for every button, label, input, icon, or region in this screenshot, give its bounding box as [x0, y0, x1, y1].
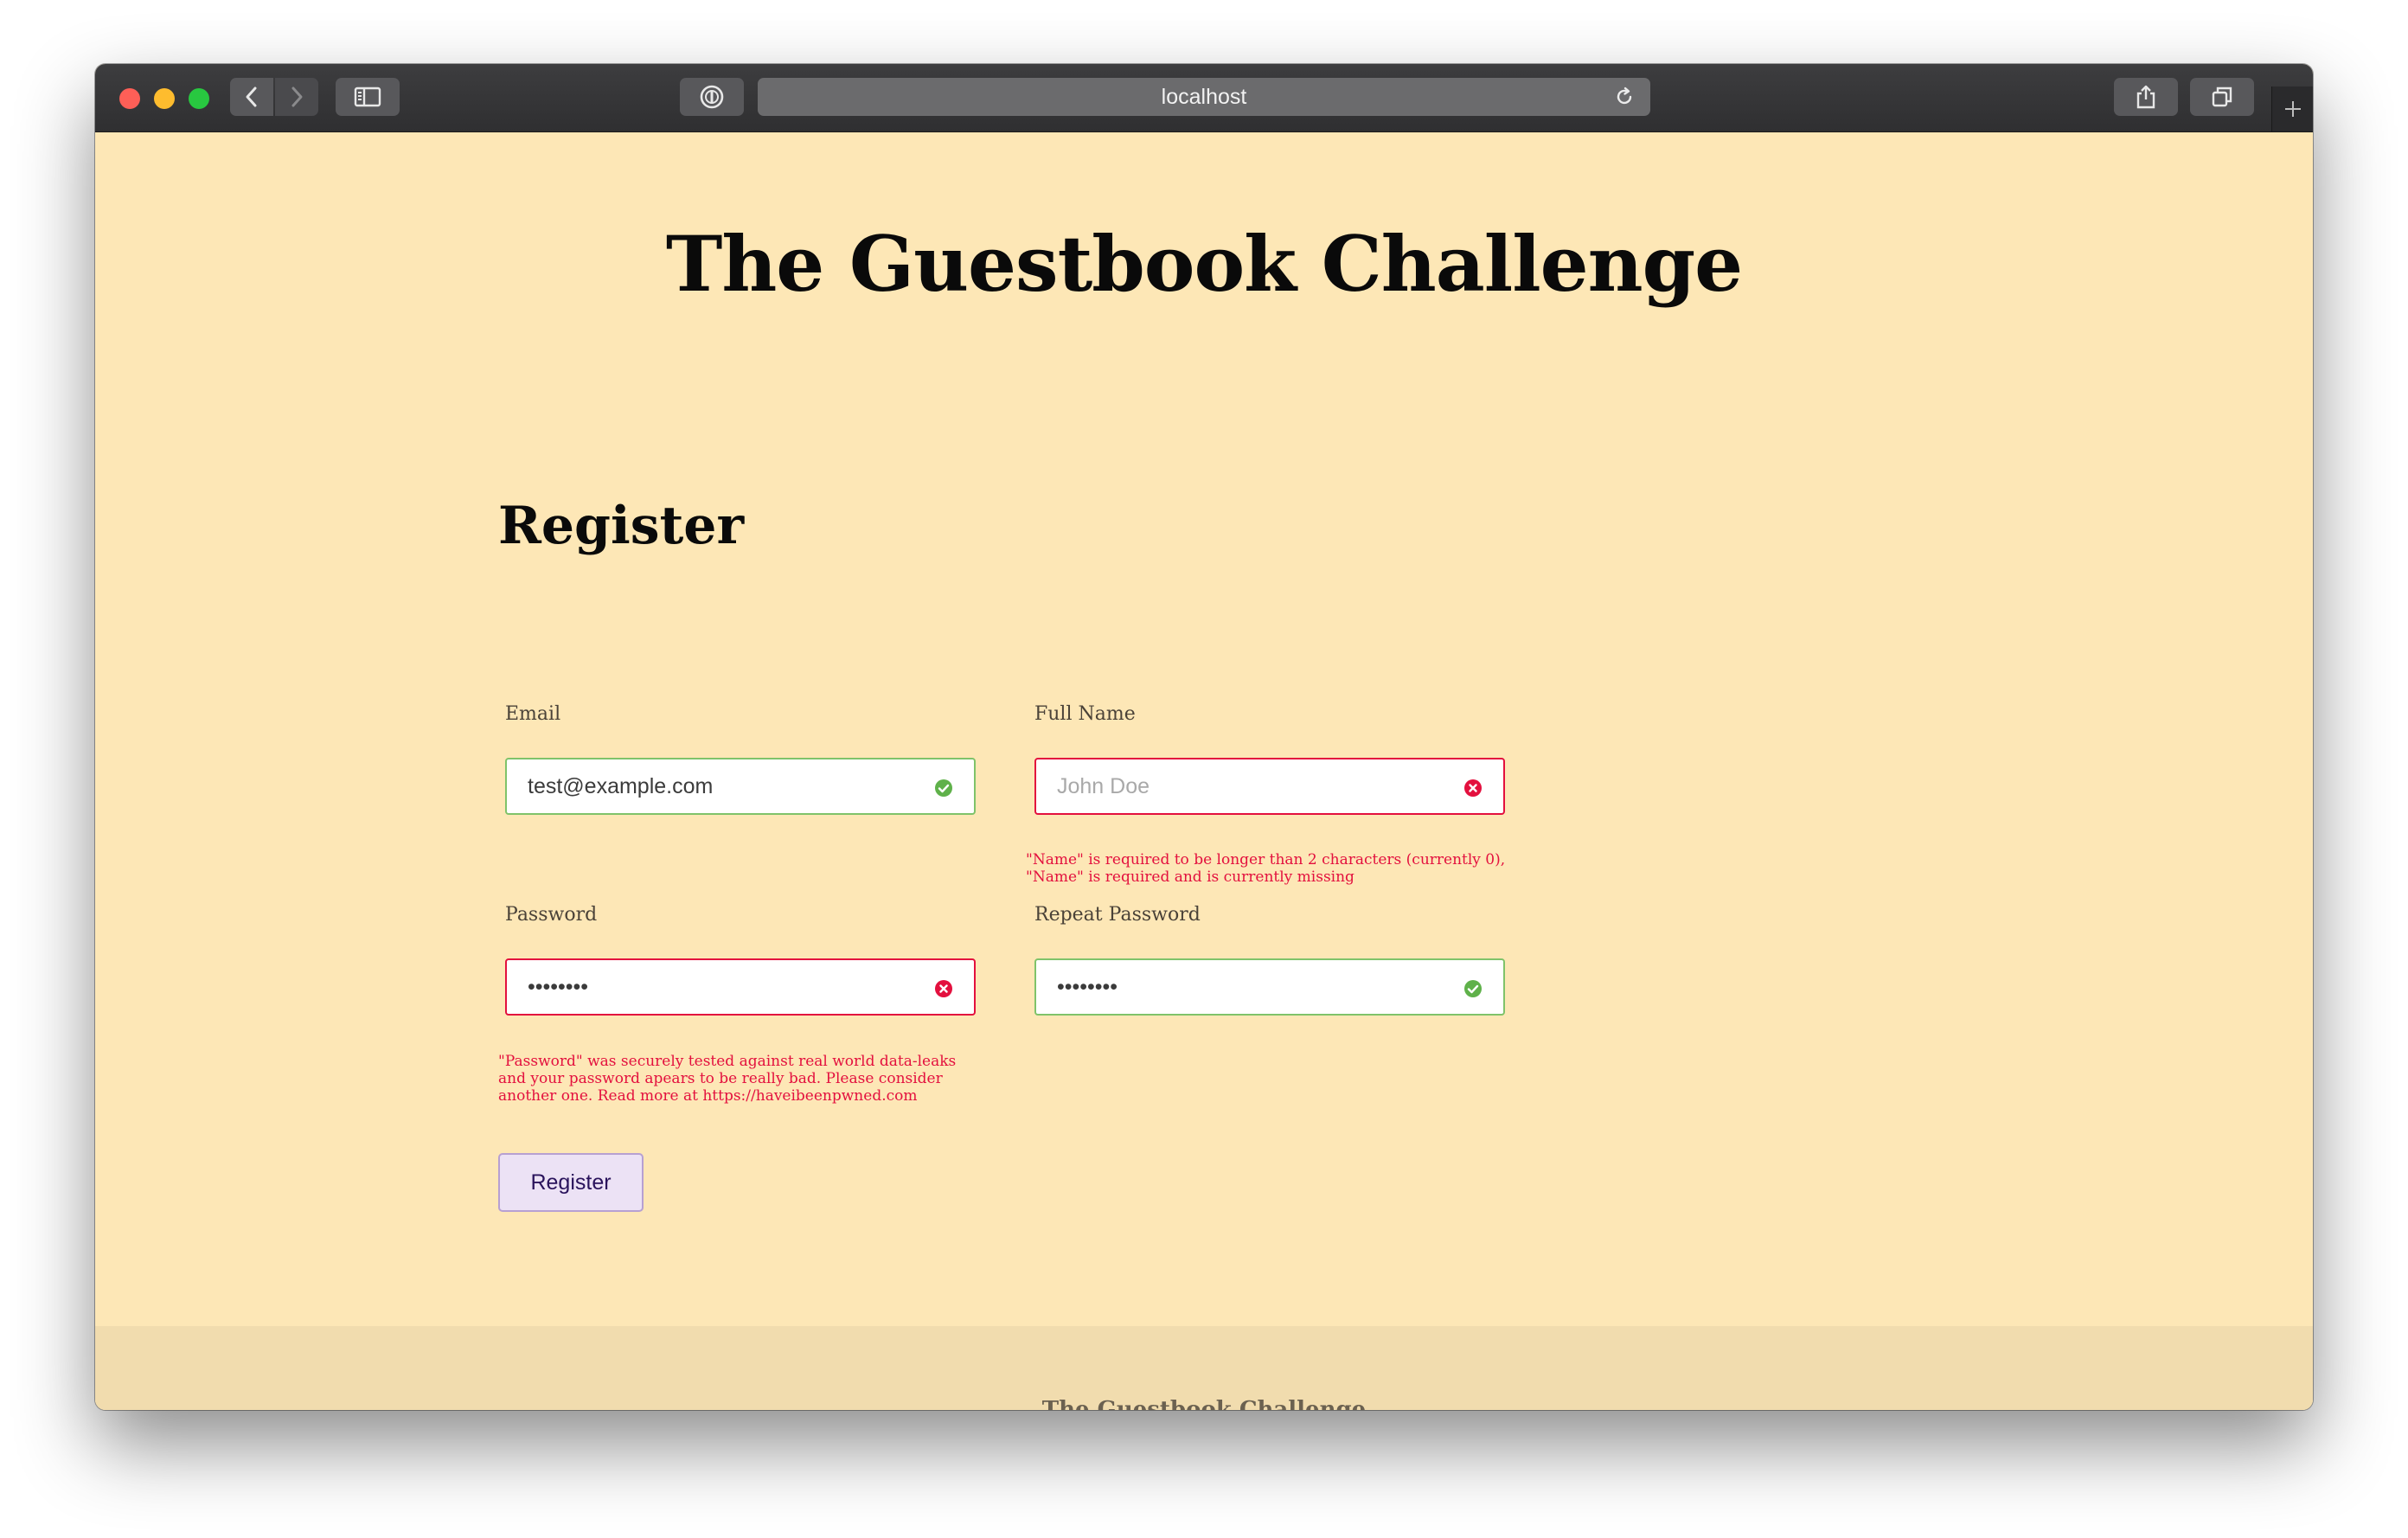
- plus-icon: [2285, 101, 2301, 117]
- forward-button[interactable]: [275, 78, 318, 116]
- register-button[interactable]: Register: [498, 1153, 644, 1212]
- repeat-password-input[interactable]: [1036, 960, 1503, 1014]
- address-bar[interactable]: localhost: [758, 78, 1650, 116]
- new-tab-button[interactable]: [2271, 87, 2313, 131]
- back-button[interactable]: [230, 78, 273, 116]
- footer: The Guestbook Challenge: [95, 1326, 2313, 1410]
- minimize-window-button[interactable]: [154, 88, 175, 109]
- password-error-line: and your password apears to be really ba…: [498, 1070, 943, 1087]
- password-error: "Password" was securely tested against r…: [498, 1053, 956, 1105]
- browser-window: localhost The Guestbook Challenge Regist…: [95, 64, 2313, 1410]
- password-manager-icon: [700, 85, 724, 109]
- share-button[interactable]: [2114, 78, 2178, 116]
- footer-title: The Guestbook Challenge: [1041, 1397, 1367, 1410]
- check-circle-icon: [1464, 980, 1482, 997]
- password-manager-button[interactable]: [680, 78, 744, 116]
- error-circle-icon: [935, 980, 952, 997]
- show-tabs-button[interactable]: [2190, 78, 2254, 116]
- close-window-button[interactable]: [119, 88, 140, 109]
- tabs-overview-icon: [2212, 87, 2232, 107]
- repeat-password-label: Repeat Password: [1034, 904, 1201, 926]
- address-url: localhost: [1161, 85, 1247, 109]
- site-title: The Guestbook Challenge: [665, 219, 1743, 309]
- repeat-password-field-wrapper: [1034, 958, 1505, 1016]
- email-label: Email: [505, 703, 561, 725]
- full-name-error-line: "Name" is required and is currently miss…: [1026, 868, 1354, 886]
- form-title: Register: [498, 496, 745, 556]
- browser-toolbar: localhost: [95, 64, 2313, 132]
- chevron-right-icon: [291, 87, 303, 107]
- password-error-line: another one. Read more at https://haveib…: [498, 1087, 918, 1105]
- full-name-error: "Name" is required to be longer than 2 c…: [1026, 851, 1505, 886]
- page-content: The Guestbook Challenge Register Email F…: [95, 132, 2313, 1410]
- sidebar-toggle-button[interactable]: [336, 78, 400, 116]
- full-name-error-line: "Name" is required to be longer than 2 c…: [1026, 851, 1506, 868]
- password-input[interactable]: [507, 960, 974, 1014]
- email-input[interactable]: [507, 759, 974, 813]
- chevron-left-icon: [246, 87, 257, 107]
- error-circle-icon: [1464, 779, 1482, 797]
- share-icon: [2136, 85, 2155, 109]
- sidebar-icon: [354, 87, 381, 107]
- password-label: Password: [505, 904, 598, 926]
- email-field-wrapper: [505, 758, 976, 815]
- full-name-input[interactable]: [1036, 759, 1503, 813]
- check-circle-icon: [935, 779, 952, 797]
- full-name-field-wrapper: [1034, 758, 1505, 815]
- full-name-label: Full Name: [1034, 703, 1136, 725]
- password-error-line: "Password" was securely tested against r…: [498, 1053, 957, 1070]
- password-field-wrapper: [505, 958, 976, 1016]
- reload-icon[interactable]: [1614, 87, 1635, 107]
- maximize-window-button[interactable]: [189, 88, 209, 109]
